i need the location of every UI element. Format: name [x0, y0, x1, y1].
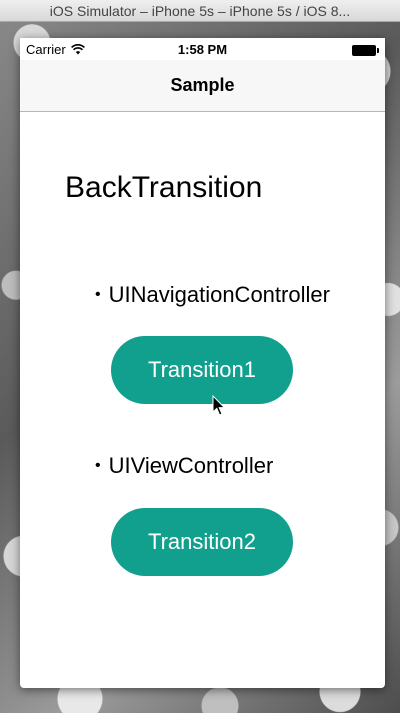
- navigation-bar: Sample: [20, 60, 385, 112]
- bullet-dot: •: [95, 286, 101, 303]
- status-time: 1:58 PM: [177, 42, 228, 57]
- transition1-button[interactable]: Transition1: [111, 336, 293, 404]
- section-label-view-controller: • UIViewController: [95, 453, 273, 479]
- transition2-button[interactable]: Transition2: [111, 508, 293, 576]
- section-label-navigation-controller: • UINavigationController: [95, 282, 330, 308]
- device-screen: Carrier 1:58 PM Sample BackTransition • U…: [20, 38, 385, 688]
- page-heading: BackTransition: [65, 171, 263, 204]
- bullet-dot: •: [95, 457, 101, 474]
- nav-title: Sample: [170, 75, 235, 95]
- section-label-text: UINavigationController: [108, 282, 330, 307]
- mouse-cursor-icon: [212, 395, 226, 416]
- section-label-text: UIViewController: [108, 453, 274, 478]
- status-bar: Carrier 1:58 PM: [20, 38, 385, 60]
- simulator-window-title: iOS Simulator – iPhone 5s – iPhone 5s / …: [0, 0, 400, 22]
- battery-icon: [352, 45, 379, 56]
